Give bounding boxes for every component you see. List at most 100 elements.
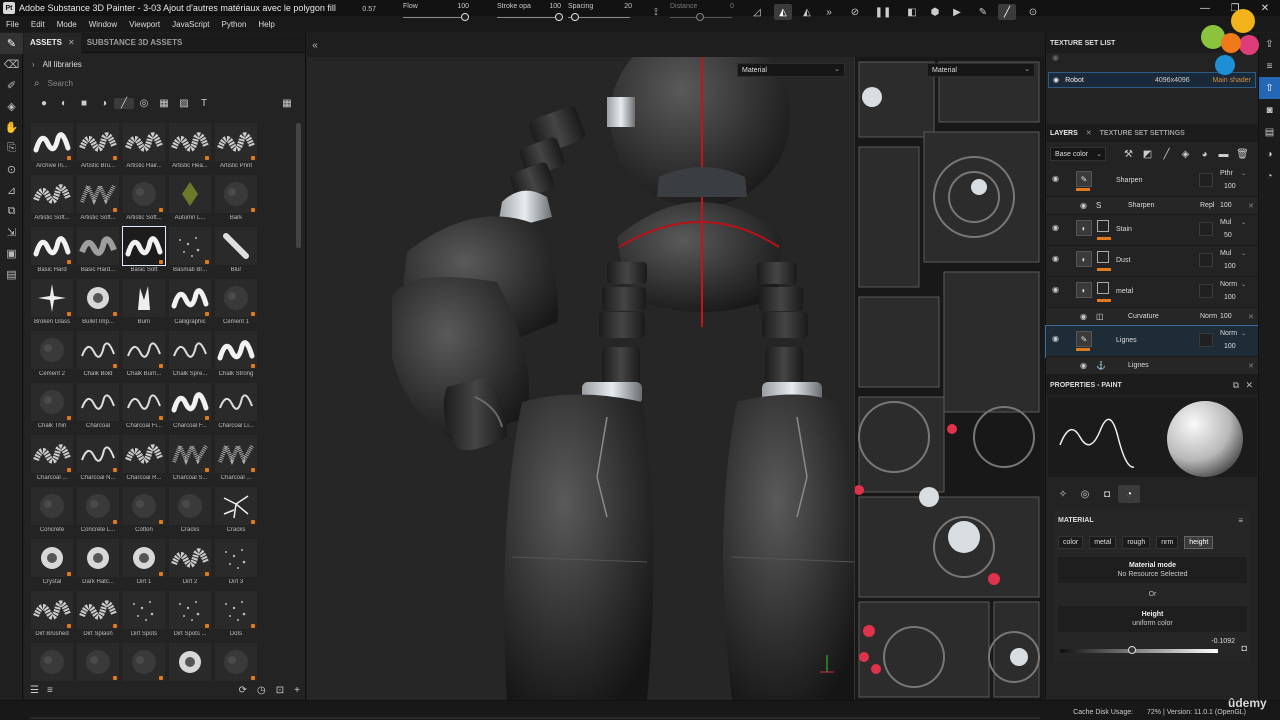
breadcrumb[interactable]: › All libraries xyxy=(24,53,305,75)
effect-opacity[interactable]: 100 xyxy=(1220,202,1232,209)
chevron-down-icon[interactable]: ⌄ xyxy=(1241,219,1246,226)
refresh-icon[interactable]: ⟳ xyxy=(239,685,247,696)
height-slider[interactable]: -0.1092 ◘ xyxy=(1058,638,1247,654)
symmetry-icon[interactable]: ◿ xyxy=(748,4,766,20)
texture-set-shader[interactable]: Main shader xyxy=(1212,77,1251,84)
cube-icon[interactable]: ⬢ xyxy=(926,4,944,20)
close-icon[interactable]: ✕ xyxy=(68,38,75,47)
picker-icon[interactable]: ⊙ xyxy=(0,159,23,180)
menu-edit[interactable]: Edit xyxy=(25,20,51,29)
brush-item[interactable]: Artistic Soft... xyxy=(121,175,167,227)
import-icon[interactable]: ⊡ xyxy=(276,685,284,696)
brush-item[interactable]: Chalk Burn... xyxy=(121,331,167,383)
2d-texture-view[interactable] xyxy=(854,57,1044,700)
brush-item[interactable]: Basic Soft xyxy=(121,226,167,279)
collapse-left-icon[interactable]: « xyxy=(307,40,323,51)
layer-opacity[interactable]: 100 xyxy=(1224,263,1236,270)
brush-item[interactable]: Charcoal xyxy=(75,383,121,435)
brush-settings-icon[interactable]: ✧ xyxy=(1052,485,1074,503)
eye-icon[interactable]: ◉ xyxy=(1052,285,1059,294)
brush-item[interactable]: Burn xyxy=(121,279,167,331)
stroke-knob[interactable] xyxy=(555,13,563,21)
brush-item[interactable]: Chalk Strong xyxy=(213,331,259,383)
eye-icon[interactable]: ◉ xyxy=(1053,76,1059,84)
add-smart-material-icon[interactable]: ◕ xyxy=(1195,149,1214,160)
symmetry-active-icon[interactable]: ◭ xyxy=(774,4,792,20)
filter-list-icon[interactable]: ≡ xyxy=(47,685,53,696)
brush-item[interactable]: Charcoal F... xyxy=(167,383,213,435)
eye-icon[interactable]: ◉ xyxy=(1052,334,1059,343)
camera-icon[interactable]: ▶ xyxy=(948,4,966,20)
layer-mask-slot[interactable] xyxy=(1199,253,1213,267)
menu-help[interactable]: Help xyxy=(252,20,280,29)
brush-item[interactable]: Bark xyxy=(213,175,259,227)
add-folder-icon[interactable]: ▬ xyxy=(1214,149,1233,160)
projection-icon[interactable]: ✐ xyxy=(0,75,23,96)
filter-particles-icon[interactable]: ◎ xyxy=(134,98,154,109)
more-icon[interactable]: » xyxy=(820,4,838,20)
layer-blend-mode[interactable]: Mul xyxy=(1220,219,1231,226)
pause-icon[interactable]: ❚❚ xyxy=(874,4,892,20)
shader-settings-icon[interactable]: ◔ xyxy=(1259,165,1280,187)
brush-item[interactable]: Chalk Spre... xyxy=(167,331,213,383)
layer-mask-slot[interactable] xyxy=(1199,284,1213,298)
brush-item[interactable]: Concrete xyxy=(29,487,75,539)
add-fill-layer-icon[interactable]: ◈ xyxy=(1176,149,1195,160)
assets-scrollbar[interactable] xyxy=(296,123,301,248)
brush-item[interactable]: Artistic Bru... xyxy=(75,123,121,175)
filter-all-materials-icon[interactable]: ● xyxy=(34,98,54,109)
brush-item[interactable]: Archive In... xyxy=(29,123,75,175)
layer-mask-slot[interactable] xyxy=(1199,222,1213,236)
height-knob[interactable] xyxy=(1127,646,1136,654)
brush-item[interactable]: Autumn L... xyxy=(167,175,213,227)
3d-viewport[interactable] xyxy=(307,57,854,700)
channel-dropdown[interactable]: Base color ⌄ xyxy=(1050,147,1106,161)
remove-effect-icon[interactable]: ✕ xyxy=(1248,313,1254,321)
brush-item[interactable]: Dots xyxy=(213,591,259,643)
brush-item[interactable]: Cement 2 xyxy=(29,331,75,383)
add-icon[interactable]: + xyxy=(294,685,300,696)
filter-smart-materials-icon[interactable]: ◐ xyxy=(54,98,74,109)
mirror-icon[interactable]: ◭ xyxy=(798,4,816,20)
menu-file[interactable]: File xyxy=(0,20,25,29)
camera-settings-icon[interactable]: ◙ xyxy=(1259,99,1280,121)
layer-effect-row[interactable]: ◉ ⚓ ✕ Lignes xyxy=(1046,357,1258,375)
filter-textures-icon[interactable]: ▦ xyxy=(154,98,174,109)
brush-mode-icon[interactable]: ╱ xyxy=(998,4,1016,20)
eye-icon[interactable]: ◉ xyxy=(1080,312,1087,321)
eye-icon[interactable]: ◉ xyxy=(1052,254,1059,263)
brush-item[interactable]: Broken Glass xyxy=(29,279,75,331)
history-icon[interactable]: ◷ xyxy=(257,685,266,696)
flow-knob[interactable] xyxy=(461,13,469,21)
layer-mask-slot[interactable] xyxy=(1199,333,1213,347)
layer-opacity[interactable]: 100 xyxy=(1224,183,1236,190)
chevron-down-icon[interactable]: ⌄ xyxy=(1241,250,1246,257)
measure-icon[interactable]: ⊿ xyxy=(0,180,23,201)
brush-item[interactable]: Dirt Brushed xyxy=(29,591,75,643)
layer-opacity[interactable]: 100 xyxy=(1224,343,1236,350)
add-mask-icon[interactable]: ◩ xyxy=(1138,149,1157,160)
layer-opacity[interactable]: 50 xyxy=(1224,232,1232,239)
brush-item[interactable]: Artistic Hea... xyxy=(167,123,213,175)
brush-item[interactable]: Basmati Br... xyxy=(167,227,213,279)
height-number[interactable]: -0.1092 xyxy=(1211,638,1235,645)
brush-item[interactable]: Charcoal Fi... xyxy=(121,383,167,435)
eye-icon[interactable]: ◉ xyxy=(1080,361,1087,370)
remove-effect-icon[interactable]: ✕ xyxy=(1248,362,1254,370)
smudge-icon[interactable]: ✋ xyxy=(0,117,23,138)
layer-blend-mode[interactable]: Mul xyxy=(1220,250,1231,257)
spacing-slider[interactable]: Spacing 20 xyxy=(568,3,634,21)
brush-item[interactable]: Calligraphic xyxy=(167,279,213,331)
layer-blend-mode[interactable]: Pthr xyxy=(1220,170,1233,177)
stroke-opacity-slider[interactable]: Stroke opa 100 xyxy=(497,3,563,21)
paint-brush-icon[interactable]: ✎ xyxy=(0,33,23,54)
channel-toggle-rough[interactable]: rough xyxy=(1122,536,1151,549)
menu-viewport[interactable]: Viewport xyxy=(123,20,166,29)
uv-material-dropdown[interactable]: Material ⌄ xyxy=(927,63,1035,77)
layer-mask-slot[interactable] xyxy=(1199,173,1213,187)
size-slider[interactable]: 0.57 xyxy=(340,3,380,21)
eye-icon[interactable]: ◉ xyxy=(1052,174,1059,183)
brush-item[interactable]: Artistic Print xyxy=(213,123,259,175)
material-mode-slot[interactable]: Material mode No Resource Selected xyxy=(1058,557,1247,583)
layer-opacity[interactable]: 100 xyxy=(1224,294,1236,301)
